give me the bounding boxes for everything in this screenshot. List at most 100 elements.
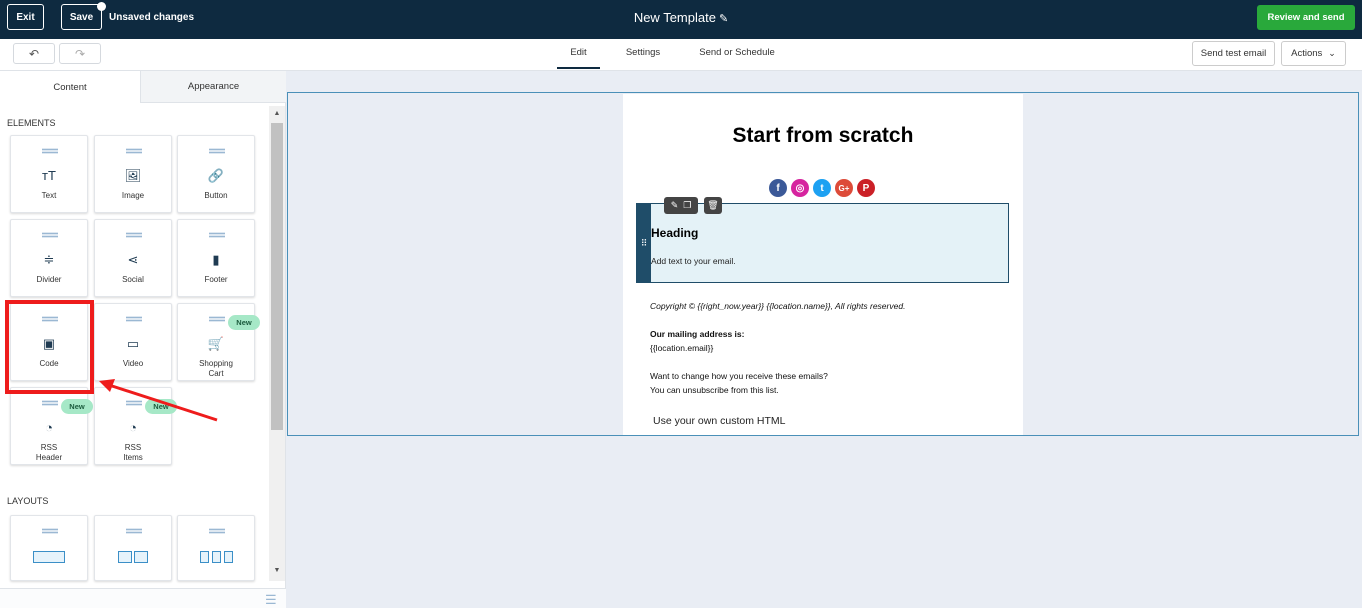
element-tile-video[interactable]: ▭ Video (94, 303, 172, 381)
element-label: Button (204, 191, 228, 200)
footer-icon: ▮ (212, 252, 220, 267)
drag-dots-icon (42, 148, 58, 154)
element-label: RSS Header (35, 443, 63, 462)
element-tile-button[interactable]: 🔗 Button (177, 135, 255, 213)
element-tile-social[interactable]: ⋖ Social (94, 219, 172, 297)
tab-content[interactable]: Content (0, 71, 141, 103)
three-columns-icon (200, 551, 209, 563)
layout-tile-one-column[interactable] (10, 515, 88, 581)
duplicate-icon[interactable]: ❐ (683, 200, 691, 211)
footer-mailing-value: {{location.email}} (650, 343, 714, 353)
actions-dropdown[interactable]: Actions ⌄ (1281, 41, 1346, 66)
one-column-icon (33, 551, 65, 563)
tab-edit[interactable]: Edit (557, 47, 600, 69)
share-icon: ⋖ (127, 252, 139, 267)
arrow-shaft (108, 383, 218, 422)
element-tile-shopping-cart[interactable]: New 🛒 Shopping Cart (177, 303, 260, 381)
layout-tile-two-columns[interactable] (94, 515, 172, 581)
undo-icon: ↶ (28, 46, 40, 61)
text-icon: тТ (42, 168, 56, 183)
custom-html-block[interactable]: Use your own custom HTML (653, 415, 785, 427)
template-title-text: New Template (633, 10, 716, 25)
facebook-icon: f (769, 179, 787, 197)
element-label: Image (121, 191, 145, 200)
element-label: RSS Items (123, 443, 143, 462)
element-tile-image[interactable]: 🖼 Image (94, 135, 172, 213)
template-title[interactable]: New Template ✎ (0, 10, 1362, 25)
redo-button[interactable]: ↷ (59, 43, 101, 64)
pinterest-icon: P (857, 179, 875, 197)
element-tile-rss-header[interactable]: New ◔ RSS Header (10, 387, 93, 465)
cart-icon: 🛒 (207, 336, 225, 351)
email-title[interactable]: Start from scratch (623, 124, 1023, 148)
element-tile-text[interactable]: тТ Text (10, 135, 88, 213)
link-icon: 🔗 (207, 168, 225, 183)
elements-section-label: ELEMENTS (7, 118, 56, 128)
editor-toolbar: ↶ ↷ Edit Settings Send or Schedule Send … (0, 39, 1362, 71)
three-columns-icon (212, 551, 221, 563)
chevron-down-icon: ⌄ (1328, 48, 1336, 58)
code-tile-highlight (5, 300, 94, 394)
edit-duplicate-group: ✎ ❐ (664, 197, 698, 214)
scroll-up-arrow-icon[interactable]: ▲ (270, 110, 284, 117)
new-badge: New (228, 315, 260, 330)
tab-send-or-schedule[interactable]: Send or Schedule (686, 47, 788, 58)
footer-mailing-label: Our mailing address is: (650, 329, 745, 339)
block-toolbar: ✎ ❐ 🗑 (664, 197, 722, 214)
two-columns-icon (118, 551, 132, 563)
email-preview: Start from scratch f ◎ t G+ P ⠿ ✎ ❐ 🗑 Hea… (623, 94, 1023, 435)
tab-settings[interactable]: Settings (611, 47, 675, 58)
scroll-down-arrow-icon[interactable]: ▼ (270, 567, 284, 574)
element-label: Social (122, 275, 144, 284)
drag-dots-icon (126, 148, 142, 154)
two-columns-icon (134, 551, 148, 563)
element-tile-footer[interactable]: ▮ Footer (177, 219, 255, 297)
delete-icon[interactable]: 🗑 (704, 197, 722, 214)
drag-dots-icon (42, 232, 58, 238)
element-tile-divider[interactable]: ≑ Divider (10, 219, 88, 297)
annotation-arrow-icon (99, 379, 218, 422)
element-label: Text (41, 191, 57, 200)
drag-dots-icon (126, 528, 142, 534)
three-columns-icon (224, 551, 233, 563)
undo-button[interactable]: ↶ (13, 43, 55, 64)
redo-icon: ↷ (74, 46, 86, 61)
drag-dots-icon (209, 316, 225, 322)
block-body-text[interactable]: Add text to your email. (651, 256, 736, 266)
divider-icon: ≑ (43, 252, 55, 267)
drag-dots-icon (42, 400, 58, 406)
element-label: Footer (204, 275, 228, 284)
selected-text-block[interactable]: ⠿ ✎ ❐ 🗑 Heading Add text to your email. (636, 197, 1009, 283)
actions-label: Actions (1291, 48, 1323, 59)
edit-icon[interactable]: ✎ (671, 200, 679, 211)
twitter-icon: t (813, 179, 831, 197)
footer-copyright: Copyright © {{right_now.year}} {{locatio… (650, 301, 906, 311)
image-icon: 🖼 (124, 168, 142, 183)
layouts-section-label: LAYOUTS (7, 496, 49, 506)
drag-dots-icon (42, 528, 58, 534)
pencil-icon[interactable]: ✎ (719, 13, 728, 25)
block-heading[interactable]: Heading (651, 226, 698, 240)
drag-handle-icon[interactable]: ⠿ (637, 204, 651, 282)
footer-unsubscribe-line[interactable]: You can unsubscribe from this list. (650, 383, 779, 397)
element-label: Divider (36, 275, 62, 284)
element-label: Video (122, 359, 144, 368)
review-and-send-button[interactable]: Review and send (1257, 5, 1355, 30)
send-test-email-button[interactable]: Send test email (1192, 41, 1275, 66)
drag-dots-icon (209, 148, 225, 154)
panel-scrollbar-thumb[interactable] (271, 123, 283, 430)
drag-dots-icon (209, 528, 225, 534)
google-plus-icon: G+ (835, 179, 853, 197)
drag-dots-icon (126, 316, 142, 322)
menu-icon[interactable]: ☰ (265, 592, 277, 608)
layout-tile-three-columns[interactable] (177, 515, 255, 581)
new-badge: New (61, 399, 93, 414)
drag-dots-icon (126, 232, 142, 238)
tab-appearance[interactable]: Appearance (141, 71, 286, 103)
rss-icon: ◔ (45, 420, 53, 435)
social-icons-row[interactable]: f ◎ t G+ P (769, 179, 875, 197)
video-icon: ▭ (126, 336, 140, 351)
footer-change-line: Want to change how you receive these ema… (650, 371, 828, 381)
instagram-icon: ◎ (791, 179, 809, 197)
drag-dots-icon (209, 232, 225, 238)
